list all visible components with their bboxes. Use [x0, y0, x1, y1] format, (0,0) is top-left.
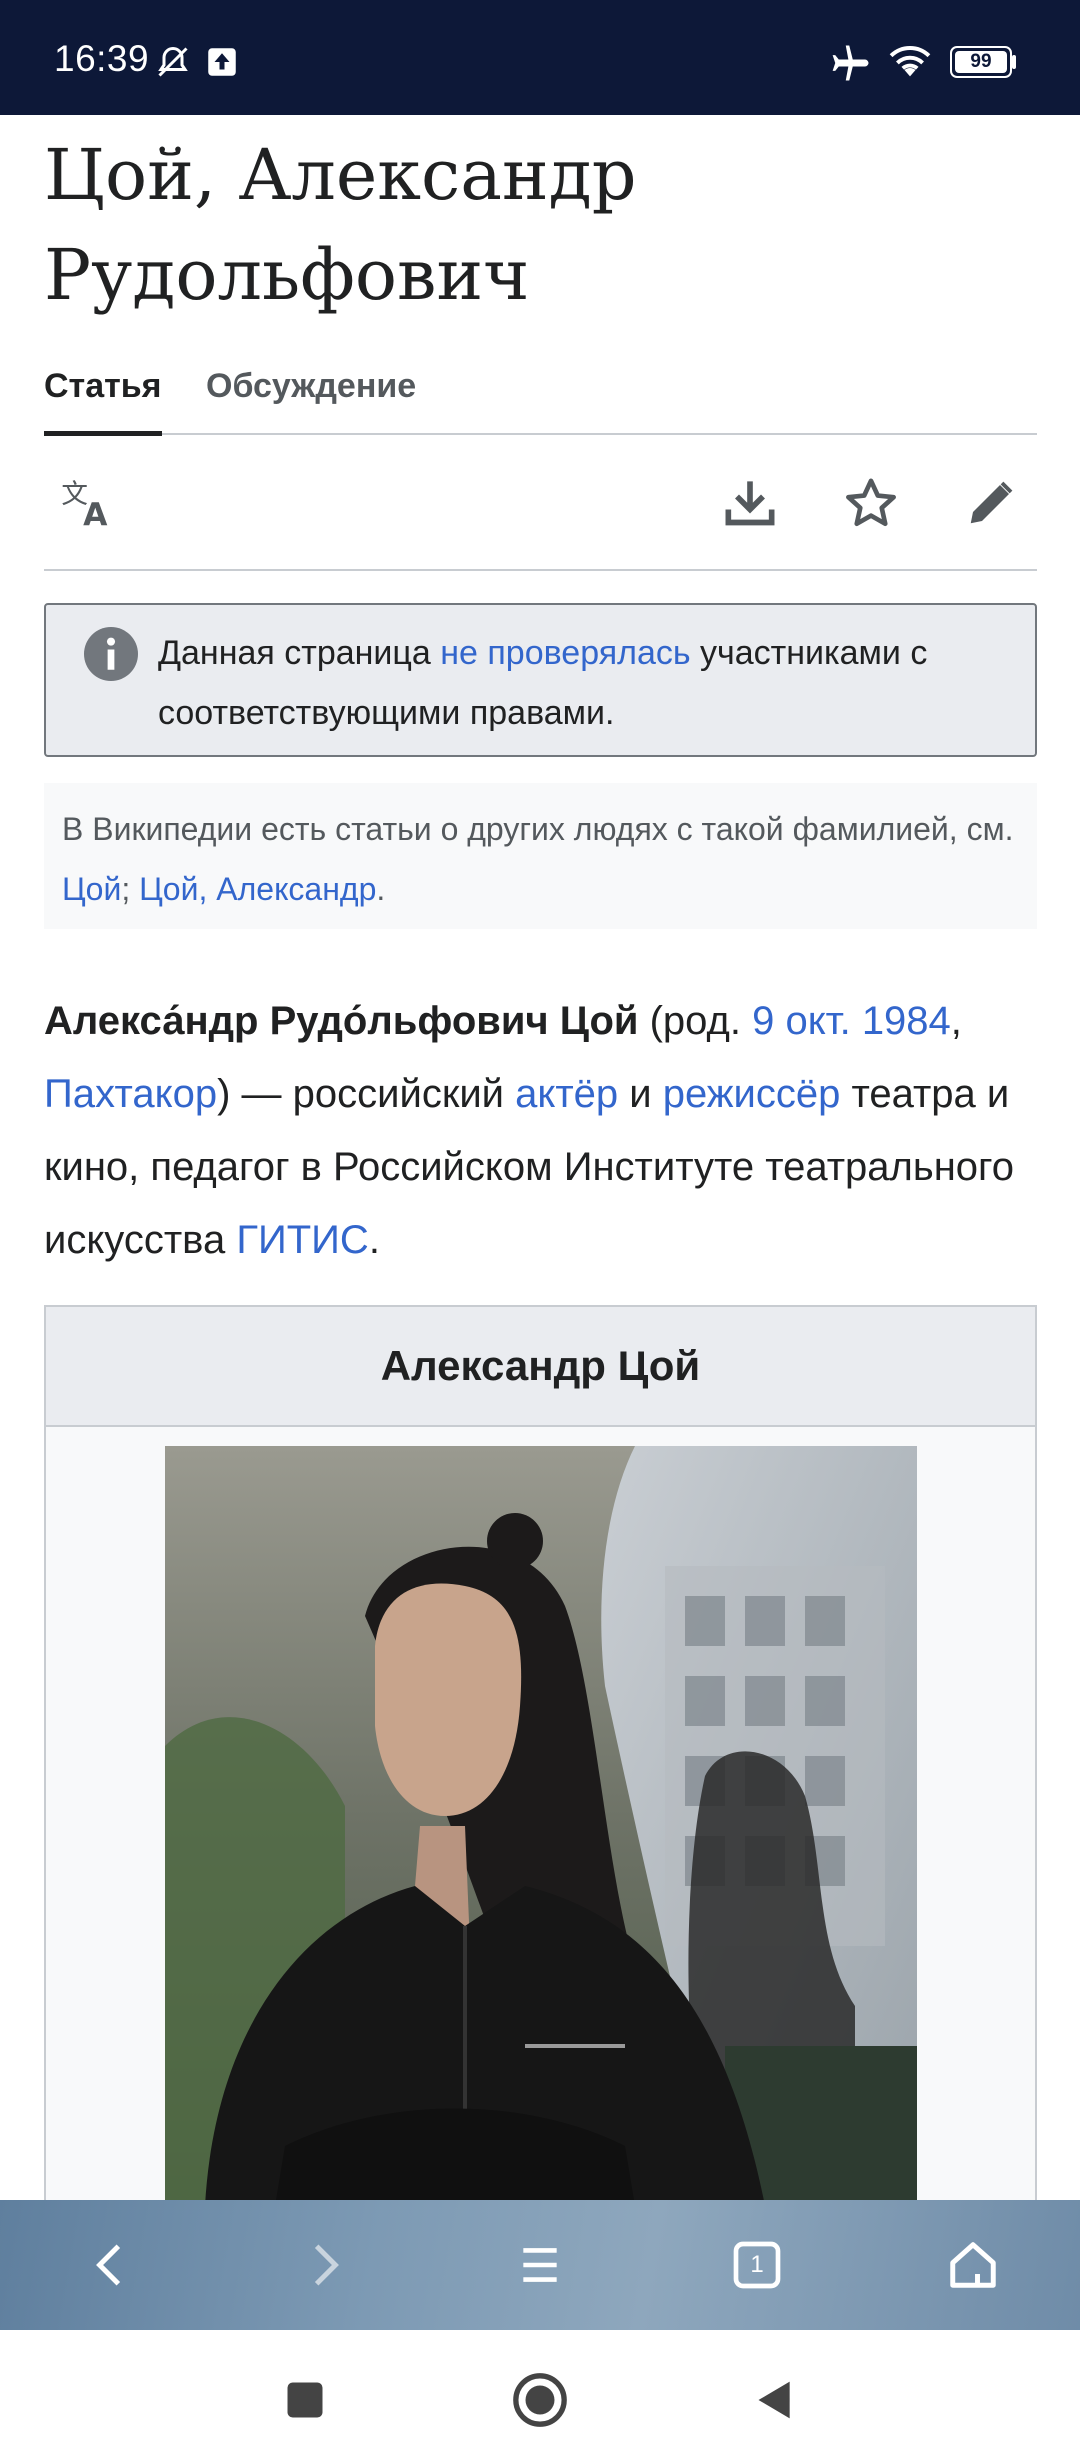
forward-nav-button[interactable] — [280, 2220, 370, 2310]
hatnote-text-before: В Википедии есть статьи о других людях с… — [62, 811, 1014, 847]
back-button[interactable] — [735, 2360, 815, 2440]
menu-icon — [523, 2248, 557, 2282]
director-link[interactable]: режиссёр — [663, 1072, 841, 1116]
wifi-icon — [889, 46, 931, 77]
hatnote: В Википедии есть статьи о других людях с… — [44, 783, 1037, 929]
menu-button[interactable] — [495, 2220, 585, 2310]
battery-level: 99 — [970, 51, 992, 72]
review-notice: Данная страница не проверялась участника… — [44, 603, 1037, 757]
forward-icon — [314, 2244, 339, 2286]
subject-name: Алекса́ндр Рудо́льфович Цой — [44, 999, 639, 1043]
back-triangle-icon — [758, 2381, 790, 2419]
born-prefix: (род. — [638, 999, 753, 1043]
tsoy-link[interactable]: Цой — [62, 871, 121, 907]
and-text: и — [618, 1072, 663, 1116]
back-nav-button[interactable] — [65, 2220, 155, 2310]
date-space — [851, 999, 862, 1043]
svg-text:A: A — [83, 497, 108, 532]
birth-date-link[interactable]: 9 окт. — [752, 999, 851, 1043]
home-icon — [950, 2242, 996, 2288]
language-icon: 文 A — [61, 479, 108, 532]
notice-text-before: Данная страница — [158, 634, 441, 672]
info-icon — [84, 627, 138, 681]
comma: , — [950, 999, 962, 1043]
actor-link[interactable]: актёр — [515, 1072, 618, 1116]
system-navigation — [0, 2330, 1080, 2460]
recents-button[interactable] — [265, 2360, 345, 2440]
language-button[interactable]: 文 A — [58, 473, 118, 533]
article-tabs: Статья Обсуждение — [44, 355, 1037, 436]
birth-place-link[interactable]: Пахтакор — [44, 1072, 217, 1116]
tab-discussion[interactable]: Обсуждение — [206, 355, 416, 431]
tabs-button[interactable]: 1 — [712, 2220, 802, 2310]
lead-paragraph: Алекса́ндр Рудо́льфович Цой (род. 9 окт.… — [44, 985, 1044, 1277]
hatnote-period: . — [376, 871, 386, 907]
birth-year-link[interactable]: 1984 — [862, 999, 951, 1043]
tsoy-alexander-link[interactable]: Цой, Александр — [139, 871, 376, 907]
browser-toolbar: 1 — [0, 2200, 1080, 2330]
edit-button[interactable] — [961, 473, 1021, 533]
back-icon — [96, 2244, 121, 2286]
tabs-count: 1 — [750, 2251, 764, 2278]
portrait-image — [165, 1446, 917, 2206]
clock: 16:39 — [54, 38, 150, 79]
tab-article[interactable]: Статья — [44, 355, 162, 436]
watch-button[interactable] — [841, 473, 901, 533]
hatnote-text: В Википедии есть статьи о других людях с… — [62, 799, 1022, 919]
upload-icon — [208, 48, 236, 76]
mute-icon — [158, 46, 188, 77]
notice-text: Данная страница не проверялась участника… — [158, 623, 1008, 743]
star-icon — [846, 478, 896, 527]
home-nav-button[interactable] — [928, 2220, 1018, 2310]
lead-end: . — [368, 1218, 380, 1262]
not-reviewed-link[interactable]: не проверялась — [440, 634, 690, 672]
home-button[interactable] — [500, 2360, 580, 2440]
recents-icon — [287, 2382, 323, 2418]
portrait-photo[interactable] — [165, 1446, 917, 2206]
infobox-title: Александр Цой — [46, 1307, 1035, 1427]
battery-icon: 99 — [950, 46, 1016, 78]
airplane-icon — [832, 45, 869, 81]
download-button[interactable] — [720, 473, 780, 533]
page-actions: 文 A — [44, 435, 1037, 571]
page-title: Цой, Александр Рудольфович — [44, 134, 637, 316]
download-icon — [725, 481, 775, 526]
edit-icon — [970, 481, 1013, 524]
lead-text-1: ) — российский — [217, 1072, 516, 1116]
status-bar: 16:39 99 — [0, 0, 1080, 115]
home-circle-icon — [513, 2373, 567, 2427]
hatnote-separator: ; — [121, 871, 140, 907]
gitis-link[interactable]: ГИТИС — [236, 1218, 368, 1262]
